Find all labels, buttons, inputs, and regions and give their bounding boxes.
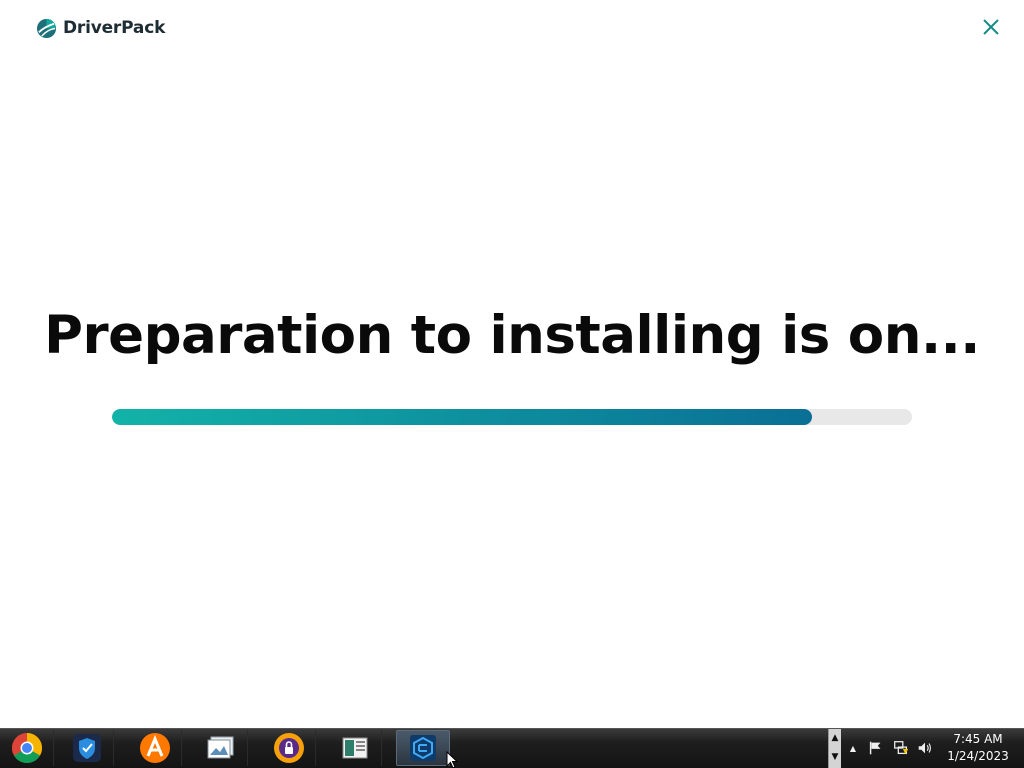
mouse-cursor-icon xyxy=(446,751,458,768)
tray-expand-icon[interactable]: ▲ xyxy=(843,738,863,758)
brand-name: DriverPack xyxy=(63,18,166,38)
lock-app-icon xyxy=(273,733,304,763)
clock-date: 1/24/2023 xyxy=(947,749,1009,763)
brand-logo: DriverPack xyxy=(36,16,165,40)
close-icon xyxy=(983,19,999,35)
clock-time: 7:45 AM xyxy=(953,732,1003,746)
taskbar-lock-app-button[interactable] xyxy=(262,730,316,766)
photo-viewer-icon xyxy=(207,736,233,759)
action-center-flag-icon[interactable] xyxy=(866,738,886,758)
chrome-icon xyxy=(11,733,42,764)
tray-scrollbar[interactable]: ▲ ▼ xyxy=(828,729,841,768)
taskbar-document-button[interactable] xyxy=(328,730,382,766)
taskbar-chrome-button[interactable] xyxy=(0,730,54,766)
taskbar-driverpack-button[interactable] xyxy=(396,730,450,766)
taskbar-shield-button[interactable] xyxy=(60,730,114,766)
tray-scroll-up-icon[interactable]: ▲ xyxy=(829,729,841,748)
driverpack-app-icon xyxy=(410,735,436,761)
progress-fill xyxy=(112,409,812,425)
volume-icon[interactable] xyxy=(915,738,935,758)
driverpack-logo-icon xyxy=(36,18,57,38)
document-app-icon xyxy=(342,737,367,759)
taskbar-photo-viewer-button[interactable] xyxy=(194,730,248,766)
status-headline: Preparation to installing is on... xyxy=(44,305,980,366)
avast-icon xyxy=(139,733,170,763)
driverpack-window: DriverPack Preparation to installing is … xyxy=(0,0,1024,728)
taskbar-avast-button[interactable] xyxy=(128,730,182,766)
tray-scroll-down-icon[interactable]: ▼ xyxy=(829,748,841,767)
install-progress-bar xyxy=(112,409,912,425)
shield-app-icon xyxy=(72,734,101,762)
network-icon[interactable] xyxy=(891,738,911,758)
close-button[interactable] xyxy=(976,12,1006,42)
system-clock[interactable]: 7:45 AM 1/24/2023 xyxy=(940,731,1016,765)
